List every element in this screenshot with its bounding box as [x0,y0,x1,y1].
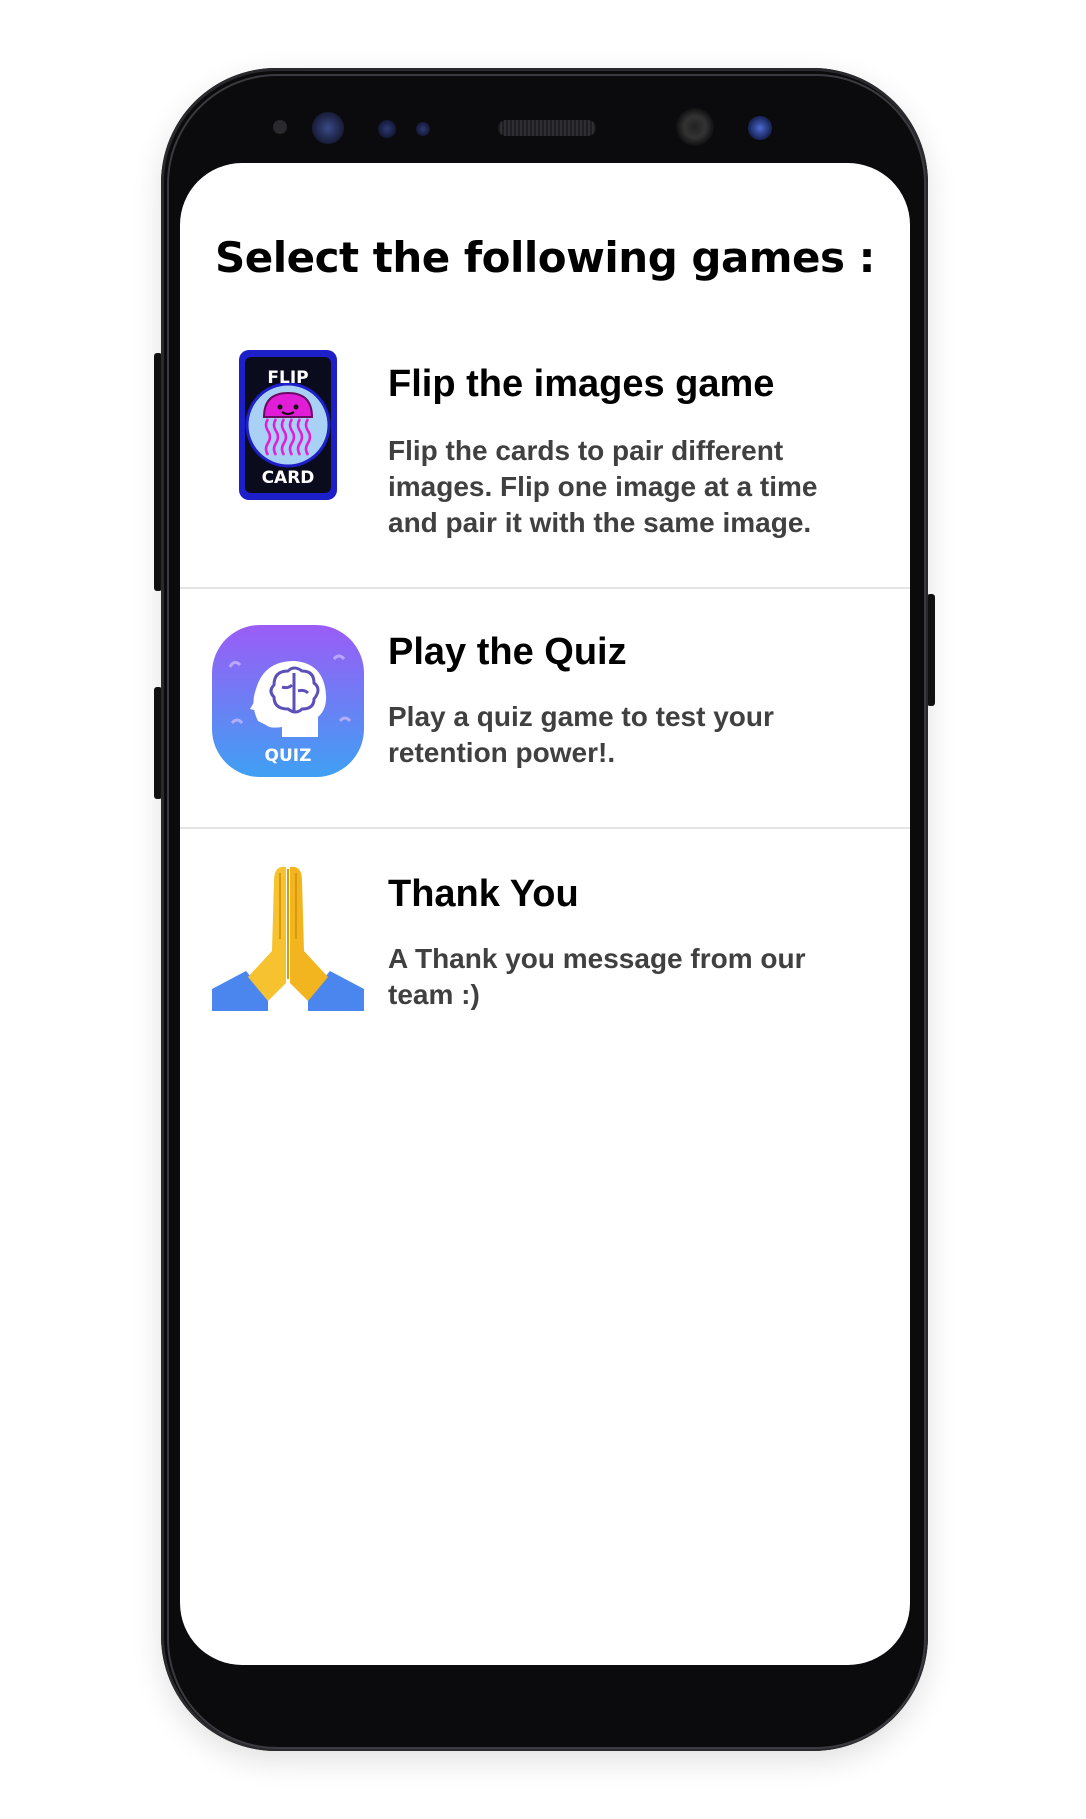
game-title: Flip the images game [388,363,775,405]
light-sensor-icon [378,120,396,138]
game-item-thank-you[interactable]: Thank You A Thank you message from our t… [180,829,910,1089]
quiz-brain-icon: QUIZ [212,625,364,777]
game-description: A Thank you message from our team :) [388,943,806,1010]
game-description: Flip the cards to pair different images.… [388,435,818,538]
game-item-quiz[interactable]: QUIZ Play the Quiz Play a quiz game to t… [180,589,910,829]
power-button [927,594,935,706]
iris-scanner-icon [312,112,344,144]
game-description: Play a quiz game to test your retention … [388,701,774,768]
iris-camera-icon [748,116,772,140]
flip-card-bottom-text: CARD [262,468,315,488]
led-indicator-icon [416,122,430,136]
flip-card-icon: FLIP CARD [239,350,337,500]
proximity-sensor-icon [273,120,287,134]
game-title: Play the Quiz [388,631,627,673]
earpiece-speaker [498,120,596,136]
game-item-flip[interactable]: FLIP CARD Flip the images game Flip the … [180,163,910,589]
app-screen: Select the following games : FLIP CARD F… [180,163,910,1665]
quiz-icon-text: QUIZ [265,746,312,766]
praying-hands-icon [212,866,364,1011]
flip-card-top-text: FLIP [267,368,308,388]
game-title: Thank You [388,873,579,915]
front-camera-icon [676,108,714,146]
